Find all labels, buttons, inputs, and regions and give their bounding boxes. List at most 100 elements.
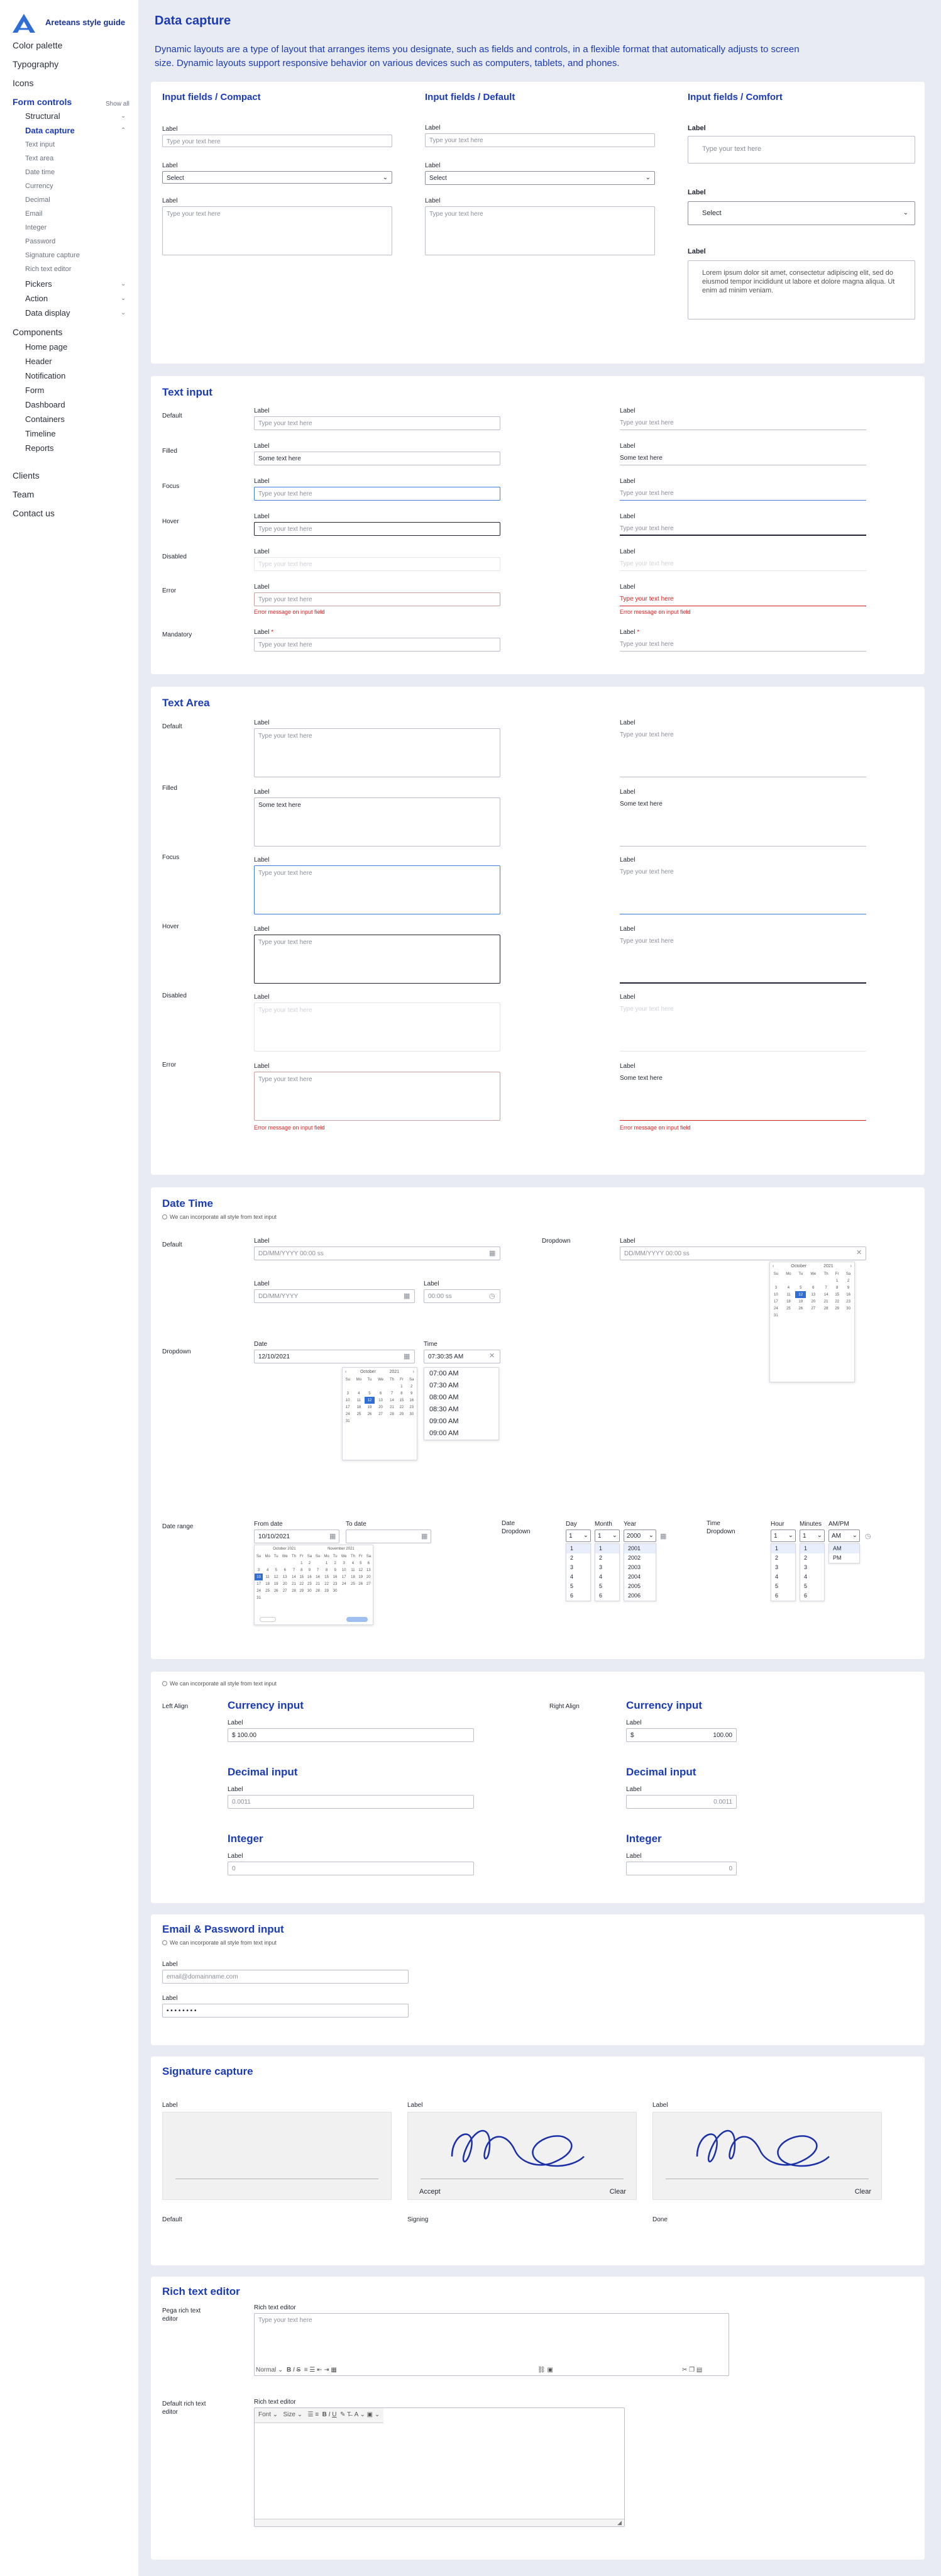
nav-color-palette[interactable]: Color palette bbox=[13, 40, 62, 50]
italic-icon[interactable]: I bbox=[329, 2411, 331, 2418]
line-input-hover[interactable]: Type your text here bbox=[620, 522, 866, 536]
to-date-input[interactable] bbox=[346, 1530, 431, 1543]
default-text-input[interactable]: Type your text here bbox=[425, 133, 655, 147]
text-input-error[interactable]: Type your text here bbox=[254, 592, 500, 606]
comfort-text-input[interactable]: Type your text here bbox=[688, 136, 915, 164]
day-select[interactable]: 1 ⌄ bbox=[566, 1530, 591, 1542]
month-options[interactable]: 123456 bbox=[595, 1543, 620, 1601]
accept-button[interactable]: Accept bbox=[419, 2188, 441, 2196]
datetime-calendar-popup[interactable]: ‹ October 2021 › Su Mo Tu We Th Fr Sa 12 3456789 … bbox=[769, 1262, 855, 1382]
hour-select[interactable]: 1 ⌄ bbox=[771, 1530, 796, 1542]
resize-handle-icon[interactable]: ◢ bbox=[617, 2519, 622, 2526]
nav-containers[interactable]: Containers bbox=[25, 414, 65, 424]
nav-icons[interactable]: Icons bbox=[13, 78, 33, 88]
nav-date-time[interactable]: Date time bbox=[25, 169, 55, 176]
year-options[interactable]: 2001 2002 2003 2004 2005 2006 bbox=[624, 1543, 656, 1601]
format-select[interactable]: Normal bbox=[256, 2367, 276, 2373]
year-select[interactable]: 2000 ⌄ bbox=[624, 1530, 656, 1542]
time-option[interactable]: 09:00 AM bbox=[424, 1416, 498, 1428]
nav-typography[interactable]: Typography bbox=[13, 59, 58, 69]
signature-pad-signing[interactable]: Accept Clear bbox=[407, 2112, 637, 2200]
signature-pad-done[interactable]: Clear bbox=[652, 2112, 882, 2200]
nav-team[interactable]: Team bbox=[13, 489, 34, 499]
range-grid[interactable]: Su Mo Tu We Th Fr Sa Su Mo Tu We Th Fr Sa 12123456 34… bbox=[255, 1553, 373, 1601]
time-option[interactable]: 08:30 AM bbox=[424, 1404, 498, 1416]
nav-email[interactable]: Email bbox=[25, 210, 43, 218]
integer-input-right[interactable]: 0 bbox=[626, 1862, 737, 1875]
date-calendar-popup[interactable]: ‹ October 2021 › Su Mo Tu We Th Fr Sa 12 3456789 … bbox=[342, 1367, 417, 1460]
nav-integer[interactable]: Integer bbox=[25, 224, 47, 231]
textarea-error[interactable]: Type your text here bbox=[254, 1072, 500, 1121]
line-textarea-error[interactable]: Some text here bbox=[620, 1072, 866, 1121]
cal-month[interactable]: October bbox=[791, 1264, 806, 1269]
decimal-input-left[interactable]: 0.0011 bbox=[228, 1795, 474, 1809]
comfort-textarea[interactable]: Lorem ipsum dolor sit amet, consectetur … bbox=[688, 260, 915, 319]
datetime-input[interactable]: DD/MM/YYYY 00:00 ss bbox=[254, 1246, 500, 1260]
calendar-icon[interactable]: ▦ bbox=[489, 1249, 495, 1257]
nav-pickers[interactable]: Pickers bbox=[25, 279, 52, 289]
text-input-mandatory[interactable]: Type your text here bbox=[254, 638, 500, 652]
chevron-up-icon[interactable]: ⌃ bbox=[121, 127, 126, 134]
next-month-icon[interactable]: › bbox=[413, 1370, 414, 1374]
nav-decimal[interactable]: Decimal bbox=[25, 196, 50, 204]
underline-icon[interactable]: U bbox=[332, 2411, 336, 2418]
currency-input-left[interactable]: $ 100.00 bbox=[228, 1728, 474, 1742]
textarea-default[interactable]: Type your text here bbox=[254, 728, 500, 777]
line-input-error[interactable]: Type your text here bbox=[620, 592, 866, 606]
chevron-down-icon[interactable]: ⌄ bbox=[121, 280, 126, 287]
compact-text-input[interactable]: Type your text here bbox=[162, 135, 392, 147]
nav-text-area[interactable]: Text area bbox=[25, 155, 53, 162]
size-select[interactable]: Size bbox=[283, 2411, 295, 2418]
month-select[interactable]: 1 ⌄ bbox=[595, 1530, 620, 1542]
nav-dashboard[interactable]: Dashboard bbox=[25, 400, 65, 409]
line-input-focus[interactable]: Type your text here bbox=[620, 487, 866, 501]
nav-header[interactable]: Header bbox=[25, 357, 52, 366]
clock-icon[interactable]: ◷ bbox=[489, 1292, 495, 1300]
bold-icon[interactable]: B bbox=[322, 2411, 327, 2418]
nav-reports[interactable]: Reports bbox=[25, 443, 54, 453]
time-option[interactable]: 07:00 AM bbox=[424, 1368, 498, 1380]
chevron-down-icon[interactable]: ⌄ bbox=[121, 309, 126, 316]
nav-form-controls[interactable]: Form controls bbox=[13, 97, 72, 107]
nav-currency[interactable]: Currency bbox=[25, 182, 53, 190]
nav-action[interactable]: Action bbox=[25, 294, 48, 303]
nav-timeline[interactable]: Timeline bbox=[25, 429, 56, 438]
italic-icon[interactable]: I bbox=[293, 2367, 295, 2373]
from-date-input[interactable]: 10/10/2021 bbox=[254, 1530, 339, 1543]
range-cancel-button[interactable] bbox=[260, 1617, 276, 1622]
prev-month-icon[interactable]: ‹ bbox=[773, 1264, 774, 1269]
hour-options[interactable]: 123456 bbox=[771, 1543, 796, 1601]
decimal-input-right[interactable]: 0.0011 bbox=[626, 1795, 737, 1809]
date-range-calendar[interactable]: October 2021 November 2021 Su Mo Tu We Th Fr Sa… bbox=[254, 1545, 373, 1625]
cut-copy-paste-icons[interactable]: ✂ ❐ ▤ bbox=[682, 2367, 702, 2373]
textarea-filled[interactable]: Some text here bbox=[254, 797, 500, 847]
nav-data-display[interactable]: Data display bbox=[25, 308, 70, 318]
default-textarea[interactable]: Type your text here bbox=[425, 206, 655, 255]
textarea-focus[interactable]: Type your text here bbox=[254, 865, 500, 914]
nav-clients[interactable]: Clients bbox=[13, 470, 40, 480]
chevron-down-icon[interactable]: ⌄ bbox=[121, 113, 126, 119]
nav-text-input[interactable]: Text input bbox=[25, 141, 55, 148]
nav-signature-capture[interactable]: Signature capture bbox=[25, 252, 80, 259]
calendar-grid[interactable]: Su Mo Tu We Th Fr Sa 12 3456789 10 11 12 13 14 15 16… bbox=[770, 1270, 854, 1319]
line-textarea-default[interactable]: Type your text here bbox=[620, 728, 866, 777]
line-textarea-filled[interactable]: Some text here bbox=[620, 797, 866, 847]
calendar-icon[interactable]: ▦ bbox=[404, 1292, 410, 1300]
nav-structural[interactable]: Structural bbox=[25, 111, 60, 121]
strike-icon[interactable]: S bbox=[297, 2367, 301, 2373]
password-input[interactable]: • • • • • • • • bbox=[162, 2004, 409, 2018]
cal-year[interactable]: 2021 bbox=[823, 1264, 834, 1269]
line-textarea-hover[interactable]: Type your text here bbox=[620, 935, 866, 984]
nav-notification[interactable]: Notification bbox=[25, 371, 65, 380]
minute-options[interactable]: 123456 bbox=[800, 1543, 825, 1601]
line-input-mandatory[interactable]: Type your text here bbox=[620, 638, 866, 652]
compact-select[interactable]: Select ⌄ bbox=[162, 171, 392, 184]
close-icon[interactable]: ✕ bbox=[856, 1248, 862, 1257]
nav-form[interactable]: Form bbox=[25, 386, 44, 395]
chevron-down-icon[interactable]: ⌄ bbox=[121, 295, 126, 302]
nav-home-page[interactable]: Home page bbox=[25, 342, 67, 352]
time-option[interactable]: 08:00 AM bbox=[424, 1392, 498, 1404]
bold-icon[interactable]: B bbox=[287, 2367, 291, 2373]
signature-pad-default[interactable] bbox=[162, 2112, 392, 2200]
next-month-icon[interactable]: › bbox=[850, 1264, 852, 1269]
